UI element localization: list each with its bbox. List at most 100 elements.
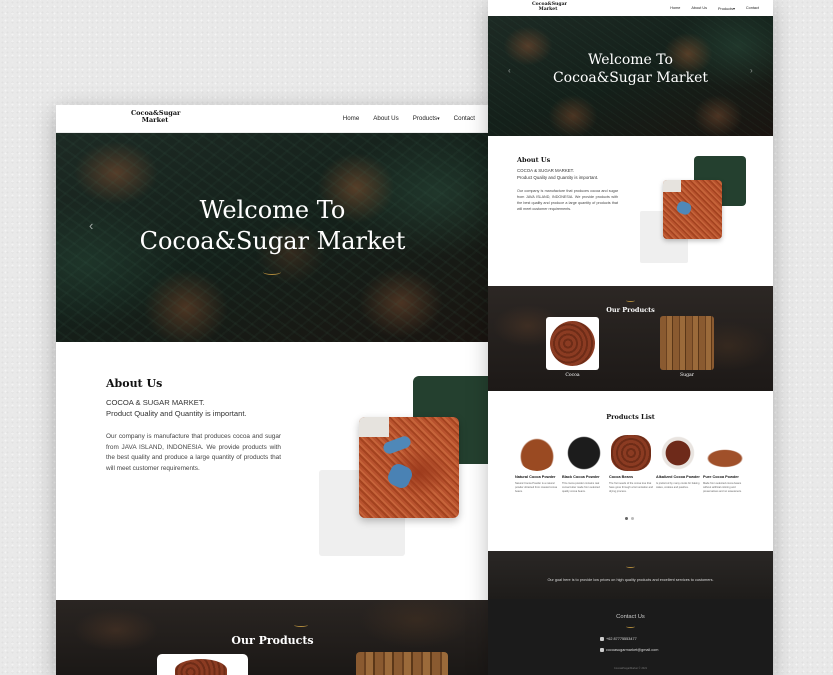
carousel-dot[interactable] <box>631 517 634 520</box>
navbar: Cocoa&Sugar Market Home About Us Product… <box>488 0 773 16</box>
about-body: Our company is manufacture that produces… <box>106 433 281 472</box>
sleeve-shape <box>359 417 389 437</box>
nav-menu: Home About Us Products▾ Contact <box>670 6 759 11</box>
nav-products[interactable]: Products▾ <box>413 115 440 122</box>
about-title: About Us <box>517 156 551 164</box>
hero-title-line2: Cocoa&Sugar Market <box>552 70 709 86</box>
contact-title: Contact Us <box>616 614 645 620</box>
cocoa-beans-image <box>611 435 651 471</box>
navbar: Cocoa&Sugar Market Home About Us Product… <box>56 105 489 133</box>
product-name: Cocoa Beans <box>609 475 634 479</box>
our-products-section: Our Products Cocoa Sugar <box>488 286 773 391</box>
goal-section: Our goal here is to provide low prices o… <box>488 551 773 599</box>
brand-logo[interactable]: Cocoa&Sugar Market <box>532 2 567 12</box>
about-section: About Us COCOA & SUGAR MARKET. Product Q… <box>488 136 773 286</box>
nav-products[interactable]: Products▾ <box>718 6 735 11</box>
product-desc: The fruit seeds of the cocoa tree that h… <box>609 482 653 493</box>
ornament-icon <box>294 623 308 627</box>
sugar-product-image[interactable] <box>660 316 714 370</box>
contact-phone[interactable]: +62 87775553477 <box>600 637 637 641</box>
about-title: About Us <box>106 377 163 390</box>
cocoa-photo <box>663 180 722 239</box>
nav-home[interactable]: Home <box>343 115 360 122</box>
about-section: About Us COCOA & SUGAR MARKET. Product Q… <box>56 342 489 600</box>
phone-icon <box>600 637 604 641</box>
phone-text: +62 87775553477 <box>606 637 637 641</box>
our-products-title: Our Products <box>231 634 314 647</box>
brand-line2: Market <box>141 116 169 124</box>
desktop-mockup-small: Cocoa&Sugar Market Home About Us Product… <box>488 0 773 675</box>
glove-shape <box>385 461 415 491</box>
nav-products-label: Products <box>412 115 438 122</box>
hero-title: Welcome To Cocoa&Sugar Market <box>56 195 489 257</box>
product-desc: Is preferred by many cooks for baking ca… <box>656 482 700 489</box>
ornament-icon <box>626 299 635 302</box>
desktop-mockup-large: Cocoa&Sugar Market Home About Us Product… <box>56 105 489 675</box>
cocoa-beans-image <box>550 321 595 366</box>
about-sub1: COCOA & SUGAR MARKET. <box>106 398 205 407</box>
product-desc: Natural Cocoa Powder is a natural powder… <box>515 482 558 493</box>
sleeve-shape <box>663 180 681 192</box>
brand-logo[interactable]: Cocoa&Sugar Market <box>131 110 180 124</box>
ornament-icon <box>263 269 281 275</box>
copyright: Cocoa&SugarMarket © 2021 <box>613 667 648 670</box>
product-item[interactable]: Black Cocoa Powder This cocoa powder con… <box>562 435 606 494</box>
cocoa-label: Cocoa <box>565 373 580 378</box>
hero-title-line1: Welcome To <box>588 52 673 68</box>
chevron-down-icon: ▾ <box>733 7 735 11</box>
nav-about[interactable]: About Us <box>373 115 398 122</box>
product-desc: Made from selected cocoa beans without a… <box>703 482 742 493</box>
ornament-icon <box>626 625 635 628</box>
product-name: Black Cocoa Powder <box>562 475 600 479</box>
about-subtitle: COCOA & SUGAR MARKET. Product Quality an… <box>106 397 247 419</box>
nav-menu: Home About Us Products▾ Contact <box>343 115 475 122</box>
chevron-down-icon: ▾ <box>437 116 440 122</box>
hero-banner: ‹ Welcome To Cocoa&Sugar Market <box>56 133 489 342</box>
black-cocoa-image <box>564 435 604 471</box>
nav-home[interactable]: Home <box>670 6 680 11</box>
product-item[interactable]: Cocoa Beans The fruit seeds of the cocoa… <box>609 435 653 494</box>
cocoa-product-card[interactable] <box>546 317 599 370</box>
contact-email[interactable]: cocoasugarmarket@gmail.com <box>600 648 658 652</box>
hero-title-line1: Welcome To <box>199 196 346 224</box>
about-sub2: Product Quality and Quantity is importan… <box>517 174 599 180</box>
sugar-label: Sugar <box>680 373 694 378</box>
product-item[interactable]: Alkalized Cocoa Powder Is preferred by m… <box>656 435 700 490</box>
our-products-section: Our Products <box>56 600 489 675</box>
about-body: Our company is manufacture that produces… <box>517 189 618 211</box>
natural-cocoa-image <box>517 435 557 471</box>
glove-shape <box>381 434 413 456</box>
alkalized-cocoa-image <box>658 435 698 471</box>
products-list-section: Products List Natural Cocoa Powder Natur… <box>488 391 773 551</box>
cocoa-product-card[interactable] <box>157 654 248 675</box>
carousel-dots <box>625 517 634 520</box>
about-subtitle: COCOA & SUGAR MARKET. Product Quality an… <box>517 168 598 181</box>
nav-contact[interactable]: Contact <box>454 115 475 122</box>
hero-title-line2: Cocoa&Sugar Market <box>139 227 406 255</box>
cocoa-photo <box>359 417 459 518</box>
nav-contact[interactable]: Contact <box>746 6 759 11</box>
cocoa-beans-image <box>175 659 227 675</box>
product-name: Pure Cocoa Powder <box>703 475 739 479</box>
brand-line2: Market <box>538 7 558 12</box>
about-sub2: Product Quality and Quantity is importan… <box>106 409 247 418</box>
our-products-title: Our Products <box>606 306 655 314</box>
goal-text: Our goal here is to provide low prices o… <box>547 578 714 582</box>
products-list-title: Products List <box>606 413 655 421</box>
ornament-icon <box>626 565 635 568</box>
product-desc: This cocoa powder contains real cocoa bu… <box>562 482 600 493</box>
product-name: Natural Cocoa Powder <box>515 475 556 479</box>
contact-section: Contact Us +62 87775553477 cocoasugarmar… <box>488 599 773 675</box>
glove-shape <box>675 199 693 217</box>
carousel-dot[interactable] <box>625 517 628 520</box>
product-item[interactable]: Natural Cocoa Powder Natural Cocoa Powde… <box>515 435 559 494</box>
nav-products-label: Products <box>718 7 733 11</box>
product-item[interactable]: Pure Cocoa Powder Made from selected coc… <box>703 435 747 494</box>
nav-about[interactable]: About Us <box>691 6 707 11</box>
sugar-product-image[interactable] <box>356 652 448 675</box>
hero-banner: ‹ › Welcome To Cocoa&Sugar Market <box>488 16 773 136</box>
mail-icon <box>600 648 604 652</box>
hero-title: Welcome To Cocoa&Sugar Market <box>488 51 773 87</box>
pure-cocoa-image <box>705 435 745 471</box>
product-name: Alkalized Cocoa Powder <box>656 475 700 479</box>
